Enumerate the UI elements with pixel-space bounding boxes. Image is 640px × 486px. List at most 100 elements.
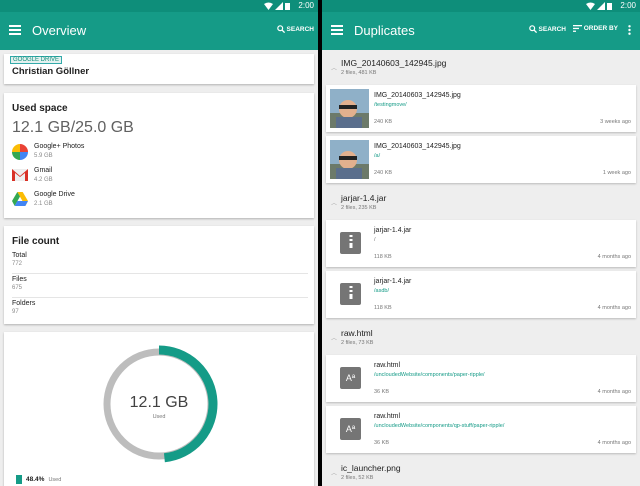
screen-title: Duplicates <box>354 23 415 38</box>
file-size: 240 KB <box>374 119 393 125</box>
legend-swatch <box>16 475 22 484</box>
file-age: 1 week ago <box>602 170 631 176</box>
file-age: 4 months ago <box>597 254 631 260</box>
collapse-icon[interactable]: ︿ <box>331 468 337 477</box>
group-subtitle: 2 files, 235 KB <box>341 205 377 211</box>
file-age: 4 months ago <box>597 440 631 446</box>
group-title: jarjar-1.4.jar <box>341 193 387 203</box>
search-button[interactable]: SEARCH <box>528 25 566 33</box>
gmail-icon <box>12 169 28 181</box>
file-count-row-folders: Folders 97 <box>12 300 308 321</box>
file-path: /a/ <box>374 153 381 159</box>
duplicate-file-card[interactable]: Aª raw.html /uncloudedWebsite/components… <box>326 355 636 402</box>
file-name: jarjar-1.4.jar <box>374 278 412 285</box>
app-bar: Duplicates SEARCH ORDER BY <box>322 12 640 50</box>
used-space-card: Used space 12.1 GB/25.0 GB Google+ Photo… <box>4 93 314 218</box>
app-bar: Overview SEARCH <box>0 12 318 50</box>
text-file-icon: Aª <box>340 367 361 389</box>
group-header[interactable]: raw.html 2 files, 73 KB <box>341 328 373 346</box>
group-subtitle: 2 files, 481 KB <box>341 70 377 76</box>
file-size: 240 KB <box>374 170 393 176</box>
donut-caption: Used <box>152 414 166 420</box>
collapse-icon[interactable]: ︿ <box>331 63 337 72</box>
file-size: 36 KB <box>374 440 389 446</box>
group-title: ic_launcher.png <box>341 463 401 473</box>
image-thumbnail <box>330 89 369 128</box>
signal-icon <box>597 2 605 10</box>
search-button[interactable]: SEARCH <box>276 25 314 33</box>
account-card[interactable]: GOOGLE DRIVE Christian Göllner <box>4 54 314 84</box>
signal-icon <box>275 2 283 10</box>
file-age: 4 months ago <box>597 389 631 395</box>
search-label: SEARCH <box>286 25 314 33</box>
file-count-value: 97 <box>12 309 19 315</box>
status-icons <box>264 2 290 10</box>
duplicate-file-card[interactable]: jarjar-1.4.jar / 118 KB 4 months ago <box>326 220 636 267</box>
group-header[interactable]: jarjar-1.4.jar 2 files, 235 KB <box>341 193 386 211</box>
duplicate-file-card[interactable]: jarjar-1.4.jar /asdb/ 118 KB 4 months ag… <box>326 271 636 318</box>
storage-item-name: Google Drive <box>34 191 75 198</box>
wifi-icon <box>586 2 595 10</box>
file-count-value: 675 <box>12 285 23 291</box>
status-time: 2:00 <box>620 1 636 10</box>
file-count-label: Total <box>12 252 27 259</box>
file-count-value: 772 <box>12 261 23 267</box>
battery-icon <box>285 3 290 10</box>
file-age: 3 weeks ago <box>600 119 631 125</box>
group-subtitle: 2 files, 73 KB <box>341 340 374 346</box>
file-count-label: Folders <box>12 300 36 307</box>
file-count-card: File count Total 772 Files 675 Folders 9… <box>4 226 314 324</box>
account-tag: GOOGLE DRIVE <box>10 56 63 64</box>
text-file-icon: Aª <box>340 418 361 440</box>
file-count-label: Files <box>12 276 27 283</box>
overflow-menu-icon[interactable] <box>628 25 631 35</box>
storage-item-size: 5.9 GB <box>34 153 53 159</box>
file-size: 36 KB <box>374 389 389 395</box>
overview-screen: 2:00 Overview SEARCH GOOGLE DRIVE Christ… <box>0 0 318 486</box>
file-name: IMG_20140603_142945.jpg <box>374 143 461 150</box>
legend-label: Used <box>48 476 62 483</box>
duplicate-file-card[interactable]: IMG_20140603_142945.jpg /testingmove/ 24… <box>326 85 636 132</box>
menu-icon[interactable] <box>331 25 343 35</box>
battery-icon <box>607 3 612 10</box>
storage-item-size: 2.1 GB <box>34 201 53 207</box>
file-name: IMG_20140603_142945.jpg <box>374 92 461 99</box>
file-path: / <box>374 237 376 243</box>
file-path: /asdb/ <box>374 288 389 294</box>
duplicate-file-card[interactable]: Aª raw.html /uncloudedWebsite/components… <box>326 406 636 453</box>
order-by-button[interactable]: ORDER BY <box>572 25 618 32</box>
file-path: /testingmove/ <box>374 102 407 108</box>
group-title: IMG_20140603_142945.jpg <box>341 58 447 68</box>
group-header[interactable]: IMG_20140603_142945.jpg 2 files, 481 KB <box>341 58 446 76</box>
group-title: raw.html <box>341 328 373 338</box>
archive-file-icon <box>340 232 361 254</box>
duplicate-file-card[interactable]: IMG_20140603_142945.jpg /a/ 240 KB 1 wee… <box>326 136 636 183</box>
usage-chart-card: 12.1 GB Used 48.4% Used <box>4 332 314 486</box>
order-by-label: ORDER BY <box>583 25 618 32</box>
file-name: jarjar-1.4.jar <box>374 227 412 234</box>
storage-item-name: Google+ Photos <box>34 143 85 150</box>
screen-title: Overview <box>32 23 87 38</box>
collapse-icon[interactable]: ︿ <box>331 333 337 342</box>
group-subtitle: 2 files, 52 KB <box>341 475 374 481</box>
status-time: 2:00 <box>298 1 314 10</box>
sort-icon <box>572 25 582 32</box>
used-space-total: 12.1 GB/25.0 GB <box>12 119 134 136</box>
search-icon <box>276 25 285 33</box>
collapse-icon[interactable]: ︿ <box>331 198 337 207</box>
archive-file-icon <box>340 283 361 305</box>
file-path: /uncloudedWebsite/components/paper-rippl… <box>374 372 485 378</box>
storage-item-size: 4.2 GB <box>34 177 53 183</box>
file-count-row-files: Files 675 <box>12 276 308 298</box>
account-name: Christian Göllner <box>12 66 90 77</box>
google-photos-icon <box>12 144 28 160</box>
file-name: raw.html <box>374 362 401 369</box>
wifi-icon <box>264 2 273 10</box>
donut-legend: 48.4% Used <box>16 475 61 484</box>
group-header[interactable]: ic_launcher.png 2 files, 52 KB <box>341 463 401 481</box>
google-drive-icon <box>12 192 28 206</box>
file-count-heading: File count <box>12 236 60 247</box>
file-name: raw.html <box>374 413 401 420</box>
file-age: 4 months ago <box>597 305 631 311</box>
menu-icon[interactable] <box>9 25 21 35</box>
